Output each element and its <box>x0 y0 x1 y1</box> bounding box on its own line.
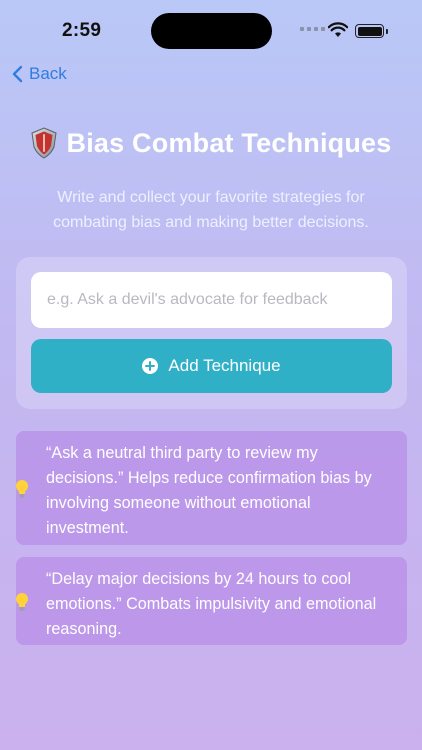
page-title: Bias Combat Techniques <box>66 127 392 158</box>
technique-card[interactable]: “Ask a neutral third party to review my … <box>16 431 407 545</box>
status-time: 2:59 <box>62 20 102 41</box>
technique-text: “Ask a neutral third party to review my … <box>46 444 372 537</box>
lightbulb-icon <box>16 480 28 498</box>
header: Bias Combat Techniques <box>0 127 422 159</box>
battery-icon <box>355 24 388 38</box>
technique-text: “Delay major decisions by 24 hours to co… <box>46 570 377 638</box>
shield-icon <box>30 127 57 159</box>
technique-card[interactable]: “Delay major decisions by 24 hours to co… <box>16 557 407 645</box>
page-subtitle: Write and collect your favorite strategi… <box>53 189 369 231</box>
wifi-icon <box>328 22 348 37</box>
chevron-left-icon <box>12 65 23 83</box>
back-button[interactable]: Back <box>12 64 67 84</box>
add-technique-button[interactable]: Add Technique <box>31 339 392 393</box>
add-technique-label: Add Technique <box>168 356 281 375</box>
lightbulb-icon <box>16 593 28 611</box>
technique-input[interactable] <box>31 272 392 328</box>
dynamic-island <box>151 13 272 49</box>
back-label: Back <box>29 64 67 83</box>
status-bar: 2:59 <box>0 0 422 60</box>
cellular-signal-icon <box>300 27 325 31</box>
plus-circle-icon <box>142 358 159 374</box>
